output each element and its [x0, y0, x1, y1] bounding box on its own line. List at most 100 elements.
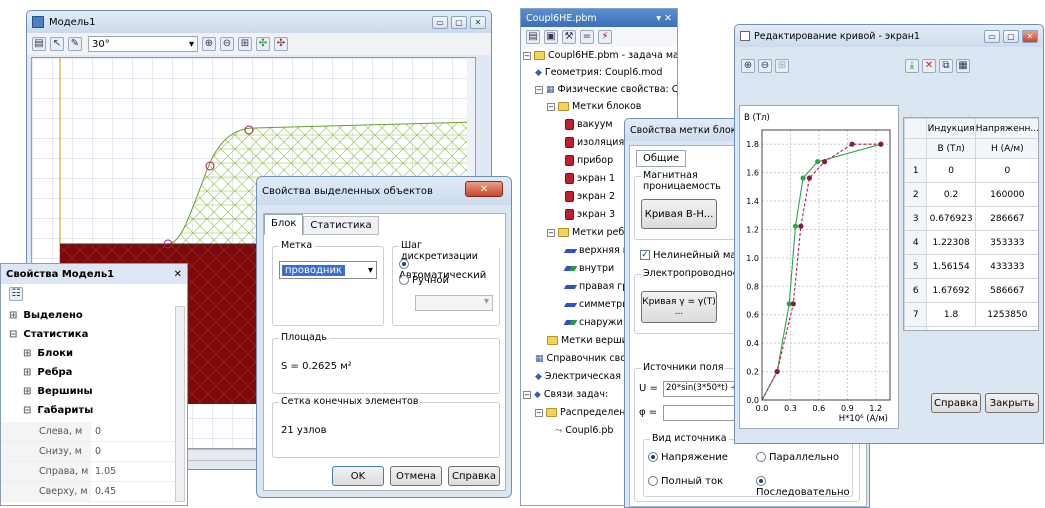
table-row-more[interactable]: Ещё:	[904, 326, 1038, 330]
table-cell[interactable]: 160000	[974, 182, 1038, 207]
property-row[interactable]: ⊟ Статистика	[1, 325, 177, 344]
curve-titlebar[interactable]: Редактирование кривой - экран1 ▭ ▢ ✕	[735, 25, 1043, 47]
tab-general[interactable]: Общие	[636, 150, 687, 167]
pointer-tool-icon[interactable]: ↖	[50, 37, 64, 51]
tree-toggle-icon[interactable]: −	[535, 85, 543, 94]
close-button[interactable]: ✕	[470, 15, 486, 29]
gt-curve-button[interactable]: Кривая γ = γ(T) ...	[641, 291, 717, 323]
table-row[interactable]: 5 1.56154 433333	[904, 254, 1038, 279]
maximize-button[interactable]: ▢	[451, 15, 467, 29]
tree-item[interactable]: экран 2	[565, 191, 615, 202]
table-row[interactable]: 3 0.676923 286667	[904, 206, 1038, 231]
table-cell[interactable]: 1.67692	[926, 278, 976, 303]
selection-titlebar[interactable]: Свойства выделенных объектов ✕	[257, 177, 511, 205]
copy-icon[interactable]: ⧉	[939, 59, 953, 73]
dimension-row[interactable]: Снизу, м 0	[1, 442, 177, 462]
property-row[interactable]: ⊟ Габариты	[1, 401, 177, 420]
tree-item[interactable]: − Coupl6HE.pbm - задача магнитного	[523, 50, 677, 61]
expand-icon[interactable]: ⊞	[9, 310, 17, 321]
tree-item[interactable]: − Метки ребер	[547, 227, 636, 238]
table-cell[interactable]: 0	[974, 158, 1038, 183]
table-row[interactable]: 100	[904, 158, 1038, 183]
delete-row-icon[interactable]: ✕	[922, 59, 936, 73]
insert-row-icon[interactable]: ⤓	[905, 59, 919, 73]
property-row[interactable]: ⊞ Выделено	[1, 306, 177, 325]
maximize-button[interactable]: ▢	[1003, 29, 1019, 43]
current-radio[interactable]: Полный ток	[648, 476, 723, 487]
property-row[interactable]: ⊞ Блоки	[1, 344, 177, 363]
table-cell[interactable]: 286667	[974, 206, 1038, 231]
grid-icon[interactable]: ⊞	[238, 37, 252, 51]
table-cell[interactable]: 1253850	[974, 302, 1038, 327]
tree-item[interactable]: внутри	[563, 263, 614, 274]
tree-item[interactable]: Метки вершин	[547, 335, 634, 346]
tree-toggle-icon[interactable]: −	[547, 228, 555, 237]
expand-icon[interactable]: ⊟	[9, 329, 17, 340]
tree-item[interactable]: экран 3	[565, 209, 615, 220]
tree-item[interactable]: экран 1	[565, 173, 615, 184]
ok-button[interactable]: OK	[332, 466, 384, 486]
tab-statistics[interactable]: Статистика	[303, 216, 379, 235]
properties-scrollbar[interactable]	[175, 306, 185, 502]
paste-icon[interactable]: ▦	[956, 59, 970, 73]
close-button[interactable]: ✕	[1022, 29, 1038, 43]
tree-item[interactable]: − Распределение	[535, 407, 637, 418]
table-cell[interactable]: 433333	[974, 254, 1038, 279]
table-cell[interactable]: 353333	[974, 230, 1038, 255]
table-cell[interactable]: 0.676923	[926, 206, 976, 231]
close-icon[interactable]: ✕	[174, 269, 182, 280]
angle-combo[interactable]: 30° ▾	[88, 36, 198, 52]
bh-chart[interactable]: 0.00.20.40.60.81.01.21.41.61.80.0 0.3 0.6 0…	[739, 105, 899, 429]
property-row[interactable]: ⊞ Вершины	[1, 382, 177, 401]
tree-item[interactable]: − Метки блоков	[547, 101, 641, 112]
table-cell[interactable]: 1.56154	[926, 254, 976, 279]
table-cell[interactable]: 586667	[974, 278, 1038, 303]
tree-item[interactable]: ⤳ Coupl6.pb	[555, 425, 613, 436]
label-combo[interactable]: проводник ▾	[279, 261, 377, 279]
tree-item[interactable]: −▦Физические свойства: Coupl6he.	[535, 84, 677, 95]
help-button[interactable]: Справка	[448, 466, 500, 486]
dimension-row[interactable]: Справа, м 1.05	[1, 462, 177, 482]
property-row[interactable]: ⊞ Ребра	[1, 363, 177, 382]
minimize-button[interactable]: ▭	[432, 15, 448, 29]
parallel-radio[interactable]: Параллельно	[756, 452, 839, 463]
properties-titlebar[interactable]: Свойства Модель1 ✕	[1, 264, 187, 284]
expand-icon[interactable]: ⊞	[23, 348, 31, 359]
step-combo[interactable]: ▾	[415, 295, 493, 311]
expand-icon[interactable]: ⊞	[23, 367, 31, 378]
expand-icon[interactable]: ⊟	[23, 405, 31, 416]
tab-block[interactable]: Блок	[264, 214, 304, 235]
table-cell[interactable]: 0	[926, 158, 976, 183]
table-row[interactable]: 6 1.67692 586667	[904, 278, 1038, 303]
select-tool-icon[interactable]: ▤	[32, 37, 46, 51]
table-row[interactable]: 7 1.8 1253850	[904, 302, 1038, 327]
dimension-row[interactable]: Сверху, м 0.45	[1, 482, 177, 502]
zoom-in-icon[interactable]: ⊕	[741, 59, 755, 73]
close-button[interactable]: ✕	[465, 181, 503, 197]
table-row[interactable]: 4 1.22308 353333	[904, 230, 1038, 255]
dimension-row[interactable]: Слева, м 0	[1, 422, 177, 442]
close-dialog-button[interactable]: Закрыть	[985, 393, 1039, 413]
voltage-radio[interactable]: Напряжение	[648, 452, 728, 463]
minimize-button[interactable]: ▭	[984, 29, 1000, 43]
curve-table[interactable]: Индукция Напряженн... В (Тл) Н (А/м) 1 0 0 2 0.2…	[904, 118, 1038, 330]
tree-toggle-icon[interactable]: −	[535, 408, 543, 417]
tree-toggle-icon[interactable]: −	[547, 102, 555, 111]
tree-item[interactable]: − ◆ Связи задач:	[523, 389, 608, 400]
table-cell[interactable]: 1.8	[926, 302, 976, 327]
manual-radio[interactable]: Ручной	[399, 275, 449, 286]
bh-curve-button[interactable]: Кривая B-H...	[641, 199, 717, 229]
mesh-remove-icon[interactable]: ✣	[274, 37, 288, 51]
tree-item[interactable]: прибор	[565, 155, 613, 166]
zoom-out-icon[interactable]: ⊖	[758, 59, 772, 73]
table-row[interactable]: 2 0.2 160000	[904, 182, 1038, 207]
table-cell[interactable]: 1.22308	[926, 230, 976, 255]
categorized-icon[interactable]: ☷	[9, 287, 23, 301]
cancel-button[interactable]: Отмена	[390, 466, 442, 486]
series-radio[interactable]: Последовательно	[756, 476, 852, 498]
tree-toggle-icon[interactable]: −	[523, 390, 531, 399]
mesh-icon[interactable]: ✣	[256, 37, 270, 51]
table-cell[interactable]: 0.2	[926, 182, 976, 207]
help-button[interactable]: Справка	[931, 393, 981, 413]
fit-icon[interactable]: ⊞	[775, 59, 789, 73]
